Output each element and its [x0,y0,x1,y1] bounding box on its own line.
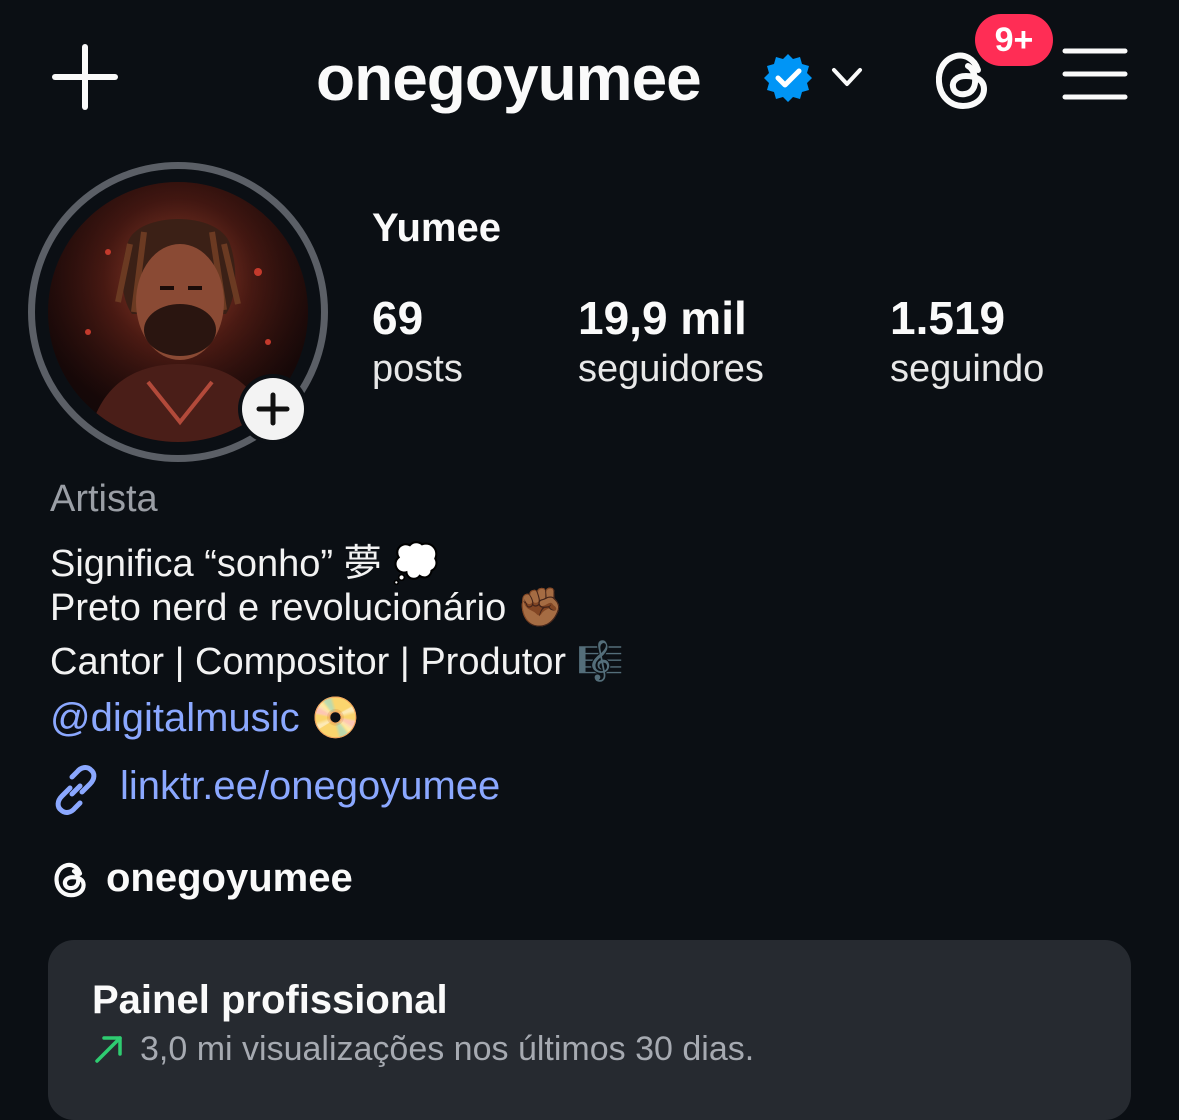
stat-label: seguidores [578,348,764,390]
add-story-button[interactable] [238,374,308,444]
posts-count[interactable]: 69 posts [372,292,463,394]
stat-label: posts [372,348,463,390]
menu-button[interactable] [1062,46,1128,102]
hamburger-menu-icon [1062,48,1128,100]
bio-line: Cantor | Compositor | Produtor 🎼 [50,641,624,683]
notification-badge: 9+ [975,14,1053,66]
display-name: Yumee [372,206,501,250]
chevron-down-icon [832,68,862,86]
following-count[interactable]: 1.519 seguindo [890,292,1044,394]
professional-dashboard-card[interactable]: Painel profissional 3,0 mi visualizações… [48,940,1131,1120]
trend-up-icon [95,1036,122,1063]
threads-icon [54,862,86,898]
account-switcher-chevron[interactable] [828,58,866,96]
profile-category: Artista [50,478,158,520]
profile-username[interactable]: onegoyumee [316,42,702,114]
dashboard-title: Painel profissional [92,978,448,1022]
bio-line: Preto nerd e revolucionário ✊🏾 [50,587,565,629]
plus-icon [52,44,118,110]
bio-mention-line: @digitalmusic 📀 [50,694,361,741]
stat-value: 19,9 mil [578,292,747,344]
create-post-button[interactable] [50,42,120,112]
mention-link[interactable]: @digitalmusic [50,696,300,740]
stat-value: 69 [372,292,424,344]
verified-badge-icon [762,52,814,104]
followers-count[interactable]: 19,9 mil seguidores [578,292,764,394]
bio-line: Significa “sonho” 夢 💭 [50,543,440,585]
threads-handle: onegoyumee [106,856,353,900]
stat-label: seguindo [890,348,1045,390]
cd-emoji: 📀 [310,696,361,740]
link-text: linktr.ee/onegoyumee [120,764,501,808]
dashboard-subtitle: 3,0 mi visualizações nos últimos 30 dias… [140,1030,755,1068]
plus-icon [256,392,290,426]
link-icon [55,765,97,815]
stat-value: 1.519 [890,292,1006,344]
